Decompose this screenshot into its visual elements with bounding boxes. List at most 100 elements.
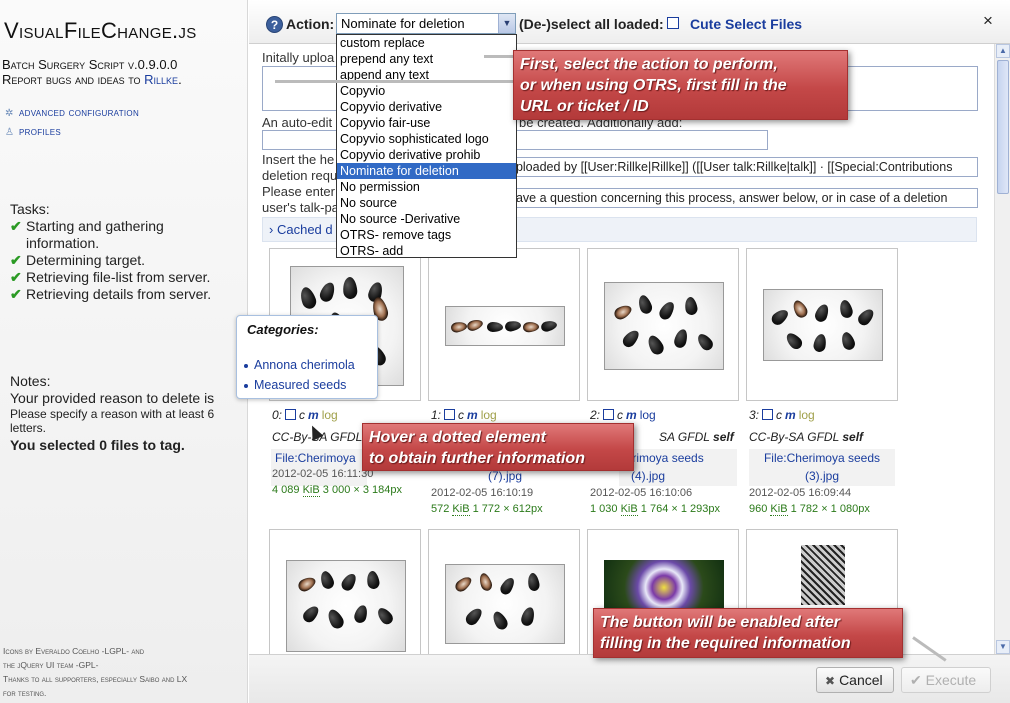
category-link[interactable]: Annona cherimola (244, 358, 355, 372)
m-link[interactable]: m (626, 408, 637, 422)
sidebar: VisualFileChange.js Batch Surgery Script… (0, 0, 248, 703)
callout-line: or when using OTRS, first fill in the (520, 77, 787, 94)
file-index: 0: (272, 408, 283, 422)
log-link[interactable]: log (799, 408, 815, 422)
filename-link[interactable]: File:Cherimoya seeds (3).jpg (749, 449, 895, 486)
dropdown-option[interactable]: Copyvio derivative prohib (337, 147, 516, 163)
profiles-link[interactable]: ♙ profiles (5, 126, 61, 138)
file-thumbnail[interactable] (801, 545, 845, 605)
file-card[interactable] (269, 529, 421, 654)
log-link[interactable]: log (640, 408, 656, 422)
dropdown-option[interactable]: custom replace (337, 35, 516, 51)
filename-link[interactable]: herimoya seeds (4).jpg (619, 449, 737, 486)
m-link[interactable]: m (785, 408, 796, 422)
size-unit[interactable]: KiB (302, 484, 320, 497)
license-tag[interactable]: self (713, 430, 734, 444)
dropdown-option[interactable]: No source (337, 195, 516, 211)
m-link[interactable]: m (308, 408, 319, 422)
callout-line: The button will be enabled after (600, 614, 841, 631)
c-link[interactable]: c (458, 408, 464, 422)
log-link[interactable]: log (322, 408, 338, 422)
cute-select-files-link[interactable]: Cute Select Files (690, 16, 802, 32)
file-select-checkbox[interactable] (444, 409, 456, 420)
dropdown-option[interactable]: Copyvio fair-use (337, 115, 516, 131)
file-card[interactable] (428, 248, 580, 401)
size-unit[interactable]: KiB (620, 503, 638, 516)
file-select-checkbox[interactable] (603, 409, 615, 420)
file-thumbnail[interactable] (445, 564, 565, 644)
action-select[interactable]: Nominate for deletion ▼ (336, 13, 516, 34)
dropdown-option-selected[interactable]: Nominate for deletion (337, 163, 516, 179)
note-selected-count: You selected 0 files to tag. (10, 437, 185, 453)
file-card[interactable] (428, 529, 580, 654)
c-link[interactable]: c (299, 408, 305, 422)
advanced-configuration-link[interactable]: ✲ advanced configuration (5, 107, 139, 119)
select-all-checkbox[interactable] (667, 17, 679, 29)
file-card[interactable] (587, 248, 739, 401)
license-tag[interactable]: GFDL (678, 430, 710, 444)
dropdown-option[interactable]: Copyvio sophisticated logo (337, 131, 516, 147)
dropdown-option[interactable]: Copyvio derivative (337, 99, 516, 115)
deletion-label: deletion requ (262, 168, 338, 183)
execute-button[interactable]: ✔ Execute (901, 667, 991, 693)
category-link[interactable]: Measured seeds (243, 378, 346, 392)
license-line: CC-By-SA GFDL self (749, 430, 863, 444)
log-link[interactable]: log (481, 408, 497, 422)
upload-date: 2012-02-05 16:09:44 (749, 487, 852, 499)
file-size: 572 KiB 1 772 × 612px (431, 503, 543, 516)
action-hint-callout: First, select the action to perform, or … (513, 50, 848, 120)
file-thumbnail[interactable] (763, 289, 883, 361)
action-dropdown-list[interactable]: custom replace prepend any text append a… (336, 34, 517, 258)
license-tag[interactable]: self (842, 430, 863, 444)
file-thumbnail[interactable] (604, 560, 724, 610)
check-icon: ✔ (10, 286, 22, 302)
dropdown-option[interactable]: prepend any text (337, 51, 516, 67)
dropdown-option[interactable]: No permission (337, 179, 516, 195)
file-thumbnail[interactable] (604, 282, 724, 370)
file-thumbnail[interactable] (286, 560, 406, 652)
rillke-link[interactable]: Rillke (144, 72, 178, 87)
close-button[interactable]: × (979, 11, 997, 31)
size-unit[interactable]: KiB (770, 503, 788, 516)
dropdown-option[interactable]: Copyvio (337, 83, 516, 99)
license-tag[interactable]: GFDL (807, 430, 839, 444)
image-dimensions: 3 000 × 3 184px (322, 484, 402, 496)
file-thumbnail[interactable] (445, 306, 565, 346)
dropdown-option[interactable]: No source -Derivative (337, 211, 516, 227)
dropdown-option[interactable]: OTRS- remove tags (337, 227, 516, 243)
task-item: ✔ Retrieving details from server. (10, 286, 211, 303)
size-unit[interactable]: KiB (452, 503, 470, 516)
credits-line: Thanks to all supporters, especially Sai… (3, 674, 188, 684)
chevron-down-icon[interactable]: ▼ (498, 14, 515, 33)
file-size: 1 030 KiB 1 764 × 1 293px (590, 503, 720, 516)
c-link[interactable]: c (617, 408, 623, 422)
note-specify: Please specify a reason with at least 6 (10, 407, 215, 421)
scrollbar[interactable]: ▲ ▼ (994, 44, 1010, 654)
file-size: 960 KiB 1 782 × 1 080px (749, 503, 870, 516)
dropdown-option[interactable]: OTRS- add (337, 243, 516, 259)
m-link[interactable]: m (467, 408, 478, 422)
scroll-down-icon[interactable]: ▼ (996, 640, 1010, 654)
file-select-checkbox[interactable] (285, 409, 297, 420)
deselect-all-label: (De-)select all loaded: (519, 16, 664, 32)
check-icon: ✔ (910, 672, 922, 688)
file-card[interactable] (746, 248, 898, 401)
license-tag[interactable]: SA (659, 430, 675, 444)
scrollbar-thumb[interactable] (997, 60, 1009, 194)
profiles-label: profiles (19, 126, 61, 138)
c-link[interactable]: c (776, 408, 782, 422)
insert-label: Insert the he (262, 152, 335, 167)
task-item: ✔ Determining target. (10, 252, 145, 269)
scroll-up-icon[interactable]: ▲ (996, 44, 1010, 58)
insert-text-input[interactable]: uploaded by [[User:Rillke|Rillke]] ([[Us… (504, 157, 978, 177)
cached-label: Cached d (276, 222, 333, 237)
file-select-checkbox[interactable] (762, 409, 774, 420)
license-tag[interactable]: CC-By-SA (749, 430, 804, 444)
license-tag[interactable]: GFDL (330, 430, 362, 444)
note-specify-2: letters. (10, 421, 47, 435)
chevron-right-icon: › (269, 222, 274, 237)
cancel-button[interactable]: ✖ Cancel (816, 667, 894, 693)
callout-line: filling in the required information (600, 635, 851, 652)
help-icon[interactable]: ? (266, 16, 283, 33)
talk-page-input[interactable]: have a question concerning this process,… (504, 188, 978, 208)
